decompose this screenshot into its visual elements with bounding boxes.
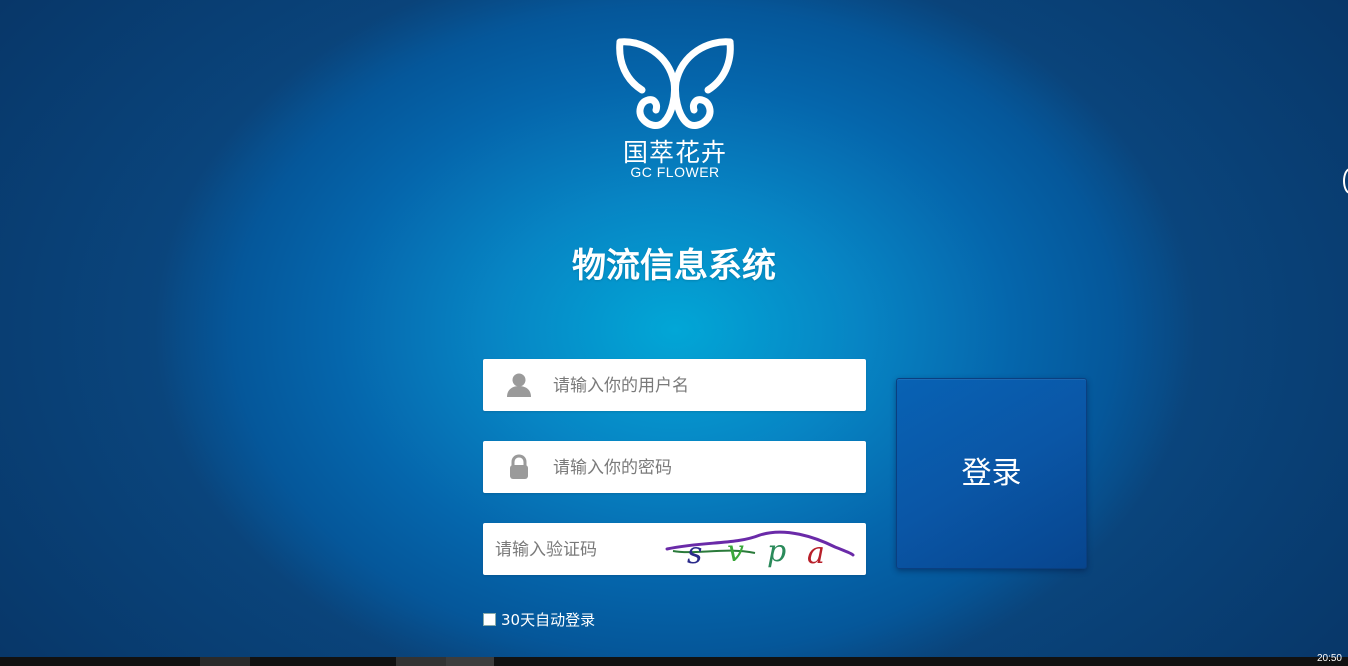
captcha-char-p: p xyxy=(767,534,786,569)
remember-label: 30天自动登录 xyxy=(501,610,596,629)
lock-icon xyxy=(505,453,533,481)
edge-indicator xyxy=(1343,168,1348,194)
page-title: 物流信息系统 xyxy=(572,246,776,286)
taskbar-item[interactable] xyxy=(200,657,250,666)
taskbar-item[interactable] xyxy=(396,657,446,666)
remember-checkbox[interactable] xyxy=(483,612,496,626)
brand-logo: 国萃花卉 GC FLOWER xyxy=(612,36,738,184)
password-input[interactable] xyxy=(551,441,855,495)
username-input[interactable] xyxy=(551,359,855,413)
butterfly-logo-icon xyxy=(616,38,734,129)
taskbar-item[interactable] xyxy=(446,657,494,666)
username-field[interactable] xyxy=(483,359,866,413)
logo-english-text: GC FLOWER xyxy=(630,164,720,180)
taskbar: 20:50 xyxy=(0,653,1348,666)
captcha-char-v: v xyxy=(727,534,744,569)
taskbar-clock: 20:50 xyxy=(1316,653,1342,664)
captcha-input[interactable] xyxy=(493,523,667,577)
remember-me[interactable]: 30天自动登录 xyxy=(483,609,595,629)
captcha-char-a: a xyxy=(807,536,825,571)
captcha-char-s: s xyxy=(687,536,702,571)
password-field[interactable] xyxy=(483,441,866,495)
user-icon xyxy=(505,371,533,399)
login-button[interactable]: 登录 xyxy=(896,378,1087,569)
captcha-field[interactable]: s v p a xyxy=(483,523,866,577)
captcha-image[interactable]: s v p a xyxy=(665,527,855,571)
